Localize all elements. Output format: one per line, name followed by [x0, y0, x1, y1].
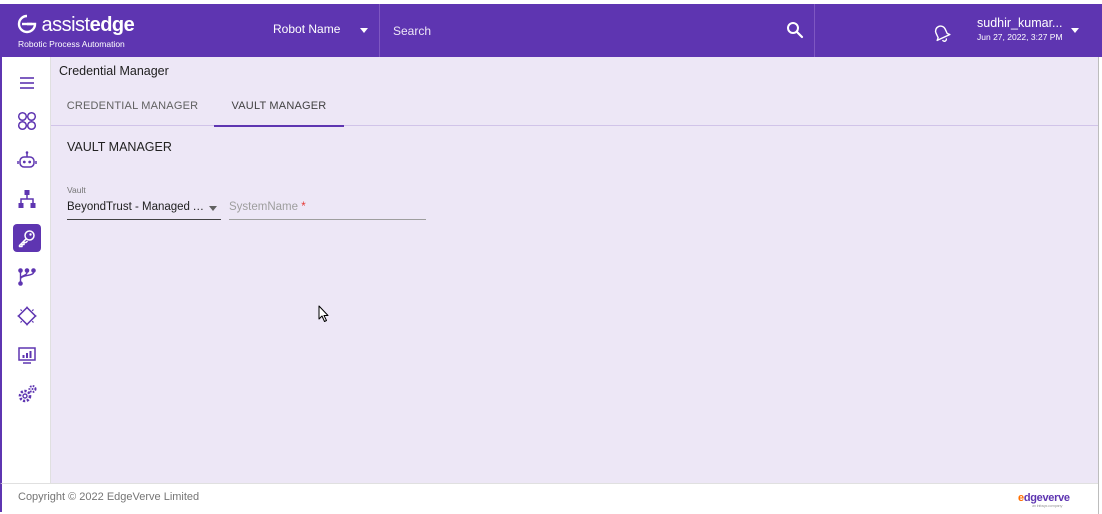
login-timestamp: Jun 27, 2022, 3:27 PM: [977, 32, 1063, 42]
search-icon[interactable]: [786, 21, 804, 39]
sidebar-item-menu[interactable]: [13, 69, 41, 97]
system-name-placeholder-text: SystemName: [229, 201, 299, 213]
tab-vault-manager[interactable]: VAULT MANAGER: [214, 85, 344, 127]
chevron-down-icon: [360, 28, 368, 33]
robot-name-label: Robot Name: [273, 22, 341, 36]
vault-label: Vault: [67, 185, 86, 195]
sidebar-item-dashboard[interactable]: [13, 107, 41, 135]
settings-gears-icon: [18, 385, 37, 403]
app-window: assistedge Robotic Process Automation Ro…: [0, 0, 1102, 514]
section-title: VAULT MANAGER: [67, 140, 172, 154]
search-input[interactable]: [381, 4, 771, 57]
system-name-field[interactable]: SystemName *: [229, 197, 426, 220]
logo-mark-icon: [17, 14, 37, 34]
monitor-chart-icon: [18, 347, 36, 364]
sidebar-item-workflows[interactable]: [13, 263, 41, 291]
logo-subtitle: Robotic Process Automation: [18, 39, 125, 49]
notification-bell-icon[interactable]: [930, 21, 952, 43]
user-menu[interactable]: sudhir_kumar... Jun 27, 2022, 3:27 PM: [977, 16, 1079, 43]
copyright-text: Copyright © 2022 EdgeVerve Limited: [18, 491, 200, 503]
tab-bar: CREDENTIAL MANAGER VAULT MANAGER: [51, 85, 1098, 127]
vault-value: BeyondTrust - Managed Accounts: [67, 201, 205, 213]
key-icon: [18, 230, 35, 248]
edgeverve-logo-subtitle: an Infosys company: [1032, 503, 1063, 508]
chevron-down-icon: [1071, 28, 1079, 33]
vault-select[interactable]: Vault BeyondTrust - Managed Accounts: [67, 185, 221, 220]
edgeverve-logo: edgeverve an Infosys company: [1018, 492, 1070, 508]
sidebar-item-settings[interactable]: [13, 380, 41, 408]
sidebar-item-chip[interactable]: [13, 302, 41, 330]
hierarchy-icon: [18, 190, 36, 208]
mouse-cursor-icon: [318, 305, 329, 322]
user-name: sudhir_kumar...: [977, 16, 1063, 30]
system-name-placeholder: SystemName *: [229, 201, 306, 213]
robot-name-dropdown[interactable]: Robot Name: [262, 4, 380, 57]
sidebar-item-credential-manager[interactable]: [13, 224, 41, 252]
tab-credential-manager[interactable]: CREDENTIAL MANAGER: [51, 85, 214, 126]
dashboard-grid-icon: [17, 111, 37, 131]
logo-word-edge: edge: [89, 14, 135, 36]
robot-icon: [17, 151, 37, 168]
main-content: Credential Manager CREDENTIAL MANAGER VA…: [51, 57, 1098, 483]
search-box: [381, 4, 815, 57]
sidebar-item-hierarchy[interactable]: [13, 185, 41, 213]
chevron-down-icon: [209, 206, 217, 211]
page-title: Credential Manager: [59, 64, 169, 78]
right-edge-border: [1098, 57, 1102, 514]
top-bar: assistedge Robotic Process Automation Ro…: [0, 0, 1102, 57]
logo-word-assist: assist: [41, 14, 90, 36]
assistedge-logo[interactable]: assistedge Robotic Process Automation: [17, 14, 135, 49]
logo-wordmark: assistedge: [41, 14, 134, 36]
workflow-branch-icon: [18, 268, 36, 286]
sidebar: [0, 57, 51, 483]
sidebar-item-robots[interactable]: [13, 146, 41, 174]
footer: Copyright © 2022 EdgeVerve Limited edgev…: [0, 483, 1098, 512]
chip-icon: [17, 306, 37, 326]
menu-icon: [20, 77, 34, 89]
required-asterisk: *: [301, 201, 306, 213]
sidebar-item-monitor[interactable]: [13, 341, 41, 369]
